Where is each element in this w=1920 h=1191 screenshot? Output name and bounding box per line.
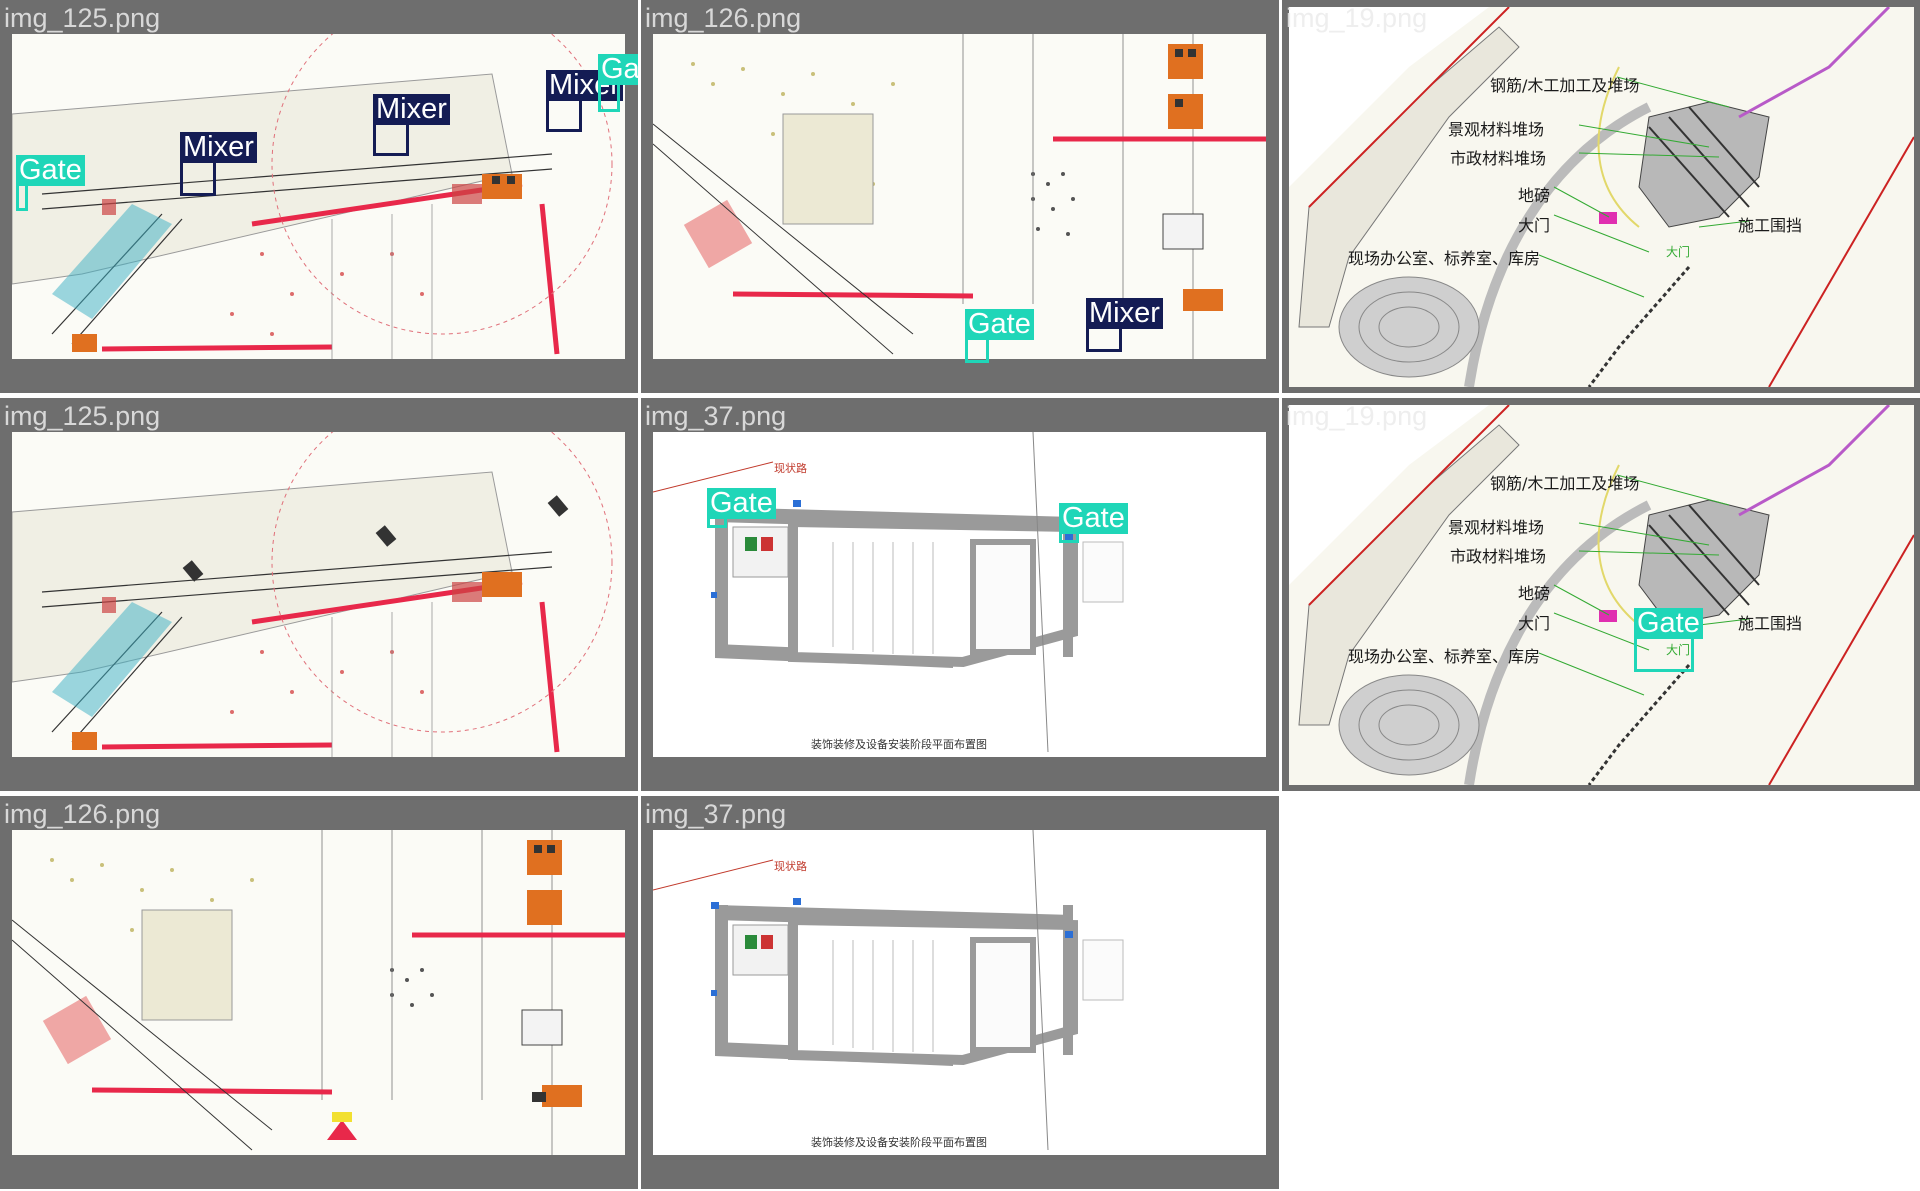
weighbridge-label: 地磅 [1518,186,1551,205]
site-office-label: 现场办公室、标养室、库房 [1348,647,1541,666]
mixer-label: Mixer [373,94,450,125]
gate-label: Gate [707,488,776,519]
result-tile-8[interactable]: img_37.png 现状路 装饰装修及设备安装阶段平面布置图 [641,796,1279,1189]
site-plan-drawing [653,34,1266,359]
floor-plan-drawing [653,432,1266,757]
tile-filename: img_37.png [645,799,787,829]
mixer-detection-box: Mixer [180,132,257,196]
tile-filename: img_125.png [4,401,161,431]
result-tile-5[interactable]: img_37.png 现状路 装饰装修及设备安装阶段平面布置图 Gate Gat… [641,398,1279,791]
mixer-label: Mixer [1086,298,1163,329]
result-tile-1[interactable]: img_125.png Gate Mixer Mixer Mixer Ga [0,0,638,393]
plan-caption: 装饰装修及设备安装阶段平面布置图 [811,738,987,751]
gate-label: Gate [598,54,638,85]
rebar-yard-label: 钢筋/木工加工及堆场 [1490,474,1640,493]
result-tile-3[interactable]: 大门 img_19.png 钢筋/木工加工及堆场 景观材料堆场 市政材料堆场 地… [1282,0,1920,393]
main-gate-label: 大门 [1518,614,1551,633]
tile-filename: img_37.png [645,401,787,431]
plan-caption: 装饰装修及设备安装阶段平面布置图 [811,1136,987,1149]
gate-label: Gate [965,309,1034,340]
slope-site-drawing: 大门 [1289,405,1914,785]
mixer-detection-box: Mixer [546,70,623,132]
gate-label: Gate [1059,503,1128,534]
site-plan-image [12,34,625,359]
mixer-detection-box: Mixer [373,94,450,156]
landscape-storage-label: 景观材料堆场 [1448,518,1545,537]
site-plan-drawing [12,432,625,757]
site-plan-drawing [12,830,625,1155]
landscape-storage-label: 景观材料堆场 [1448,120,1545,139]
site-plan-image [12,830,625,1155]
site-office-label: 现场办公室、标养室、库房 [1348,249,1541,268]
main-gate-label: 大门 [1518,216,1551,235]
site-plan-drawing [12,34,625,359]
result-tile-7[interactable]: img_126.png [0,796,638,1189]
rebar-yard-label: 钢筋/木工加工及堆场 [1490,76,1640,95]
gate-label: Gate [16,155,85,186]
tile-filename: img_126.png [4,799,161,829]
construction-fence-label: 施工围挡 [1738,614,1803,633]
mixer-detection-box: Mixer [1086,298,1163,352]
gate-detection-box: Gate [1634,608,1703,672]
result-tile-6[interactable]: 大门 img_19.png 钢筋/木工加工及堆场 景观材料堆场 市政材料堆场 地… [1282,398,1920,791]
floor-plan-image [653,432,1266,757]
municipal-storage-label: 市政材料堆场 [1450,547,1547,566]
gate-mark-text: 大门 [1666,244,1690,259]
gate-detection-box: Gate [965,309,1034,363]
municipal-storage-label: 市政材料堆场 [1450,149,1547,168]
floor-plan-drawing [653,830,1266,1155]
gate-detection-box: Gate [598,54,638,112]
result-tile-4[interactable]: img_125.png [0,398,638,791]
floor-plan-image [653,830,1266,1155]
tile-filename: img_126.png [645,3,802,33]
result-tile-2[interactable]: img_126.png Gate Mixer [641,0,1279,393]
site-plan-image: 大门 [1289,7,1914,387]
site-plan-image [653,34,1266,359]
tile-filename: img_19.png [1286,401,1428,431]
road-label: 现状路 [774,860,807,873]
slope-site-drawing: 大门 [1289,7,1914,387]
gate-label: Gate [1634,608,1703,639]
gate-detection-box: Gate [707,488,776,528]
site-plan-image [12,432,625,757]
gate-detection-box: Gate [1059,503,1128,543]
tile-filename: img_19.png [1286,3,1428,33]
weighbridge-label: 地磅 [1518,584,1551,603]
construction-fence-label: 施工围挡 [1738,216,1803,235]
site-plan-image: 大门 [1289,405,1914,785]
gate-detection-box: Gate [16,155,85,211]
mixer-label: Mixer [180,132,257,163]
tile-filename: img_125.png [4,3,161,33]
road-label: 现状路 [774,462,807,475]
